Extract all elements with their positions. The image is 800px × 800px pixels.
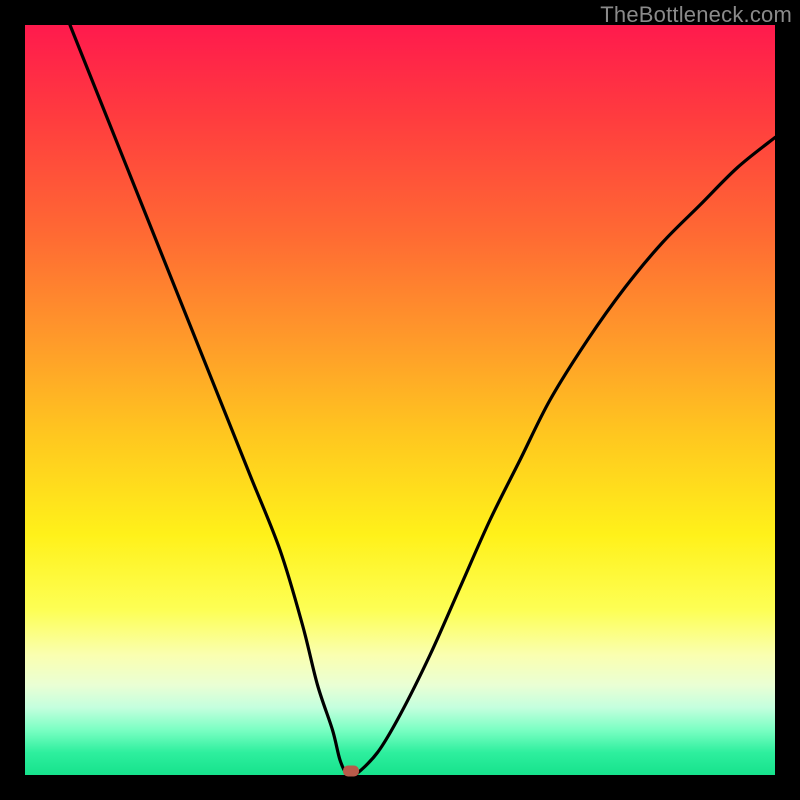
watermark-text: TheBottleneck.com xyxy=(600,2,792,28)
chart-frame: TheBottleneck.com xyxy=(0,0,800,800)
bottleneck-curve xyxy=(25,25,775,775)
plot-area xyxy=(25,25,775,775)
optimum-marker xyxy=(343,766,359,777)
